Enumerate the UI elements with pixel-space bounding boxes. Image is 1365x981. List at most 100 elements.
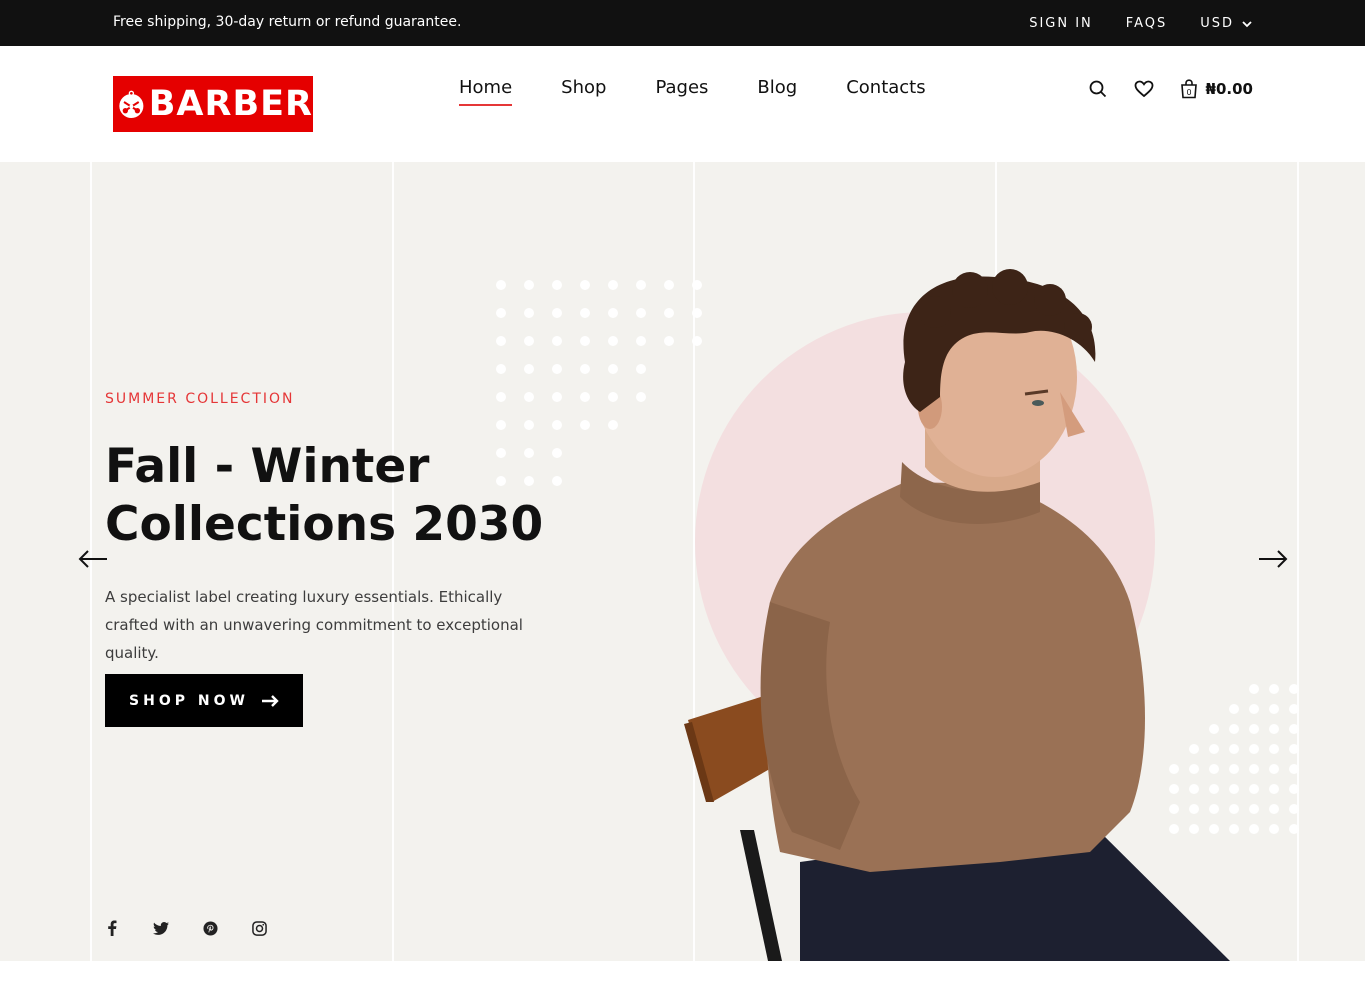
decorative-dot (524, 364, 534, 374)
decorative-dot (496, 336, 506, 346)
decorative-dot (1229, 784, 1239, 794)
decorative-dot (1269, 764, 1279, 774)
nav-contacts[interactable]: Contacts (846, 77, 925, 106)
decorative-dot (1169, 804, 1179, 814)
top-bar: Free shipping, 30-day return or refund g… (0, 0, 1365, 46)
decorative-dot (1269, 784, 1279, 794)
decorative-dot (580, 364, 590, 374)
decorative-dot (1269, 744, 1279, 754)
decorative-dot (1249, 724, 1259, 734)
nav-shop[interactable]: Shop (561, 77, 606, 106)
decorative-dot (1209, 724, 1219, 734)
decorative-dot (692, 336, 702, 346)
cart[interactable]: 0 ₦0.00 (1180, 79, 1253, 99)
slider-prev-arrow[interactable] (78, 547, 108, 571)
decorative-circle (695, 312, 1155, 772)
decorative-dot (1189, 744, 1199, 754)
sign-in-link[interactable]: SIGN IN (1029, 16, 1093, 31)
decorative-dot (1189, 764, 1199, 774)
decorative-dot (580, 420, 590, 430)
decorative-dot (580, 336, 590, 346)
cart-total: ₦0.00 (1205, 80, 1253, 98)
decorative-dot (1289, 824, 1299, 834)
headline-line-1: Fall - Winter (105, 439, 430, 494)
decorative-dot (1229, 804, 1239, 814)
decorative-dot (1209, 784, 1219, 794)
decorative-dot (496, 364, 506, 374)
search-icon[interactable] (1088, 79, 1108, 99)
decorative-dot (496, 392, 506, 402)
decorative-dot (1249, 704, 1259, 714)
decorative-dot (608, 280, 618, 290)
decorative-dot (580, 280, 590, 290)
shopping-bag-icon: 0 (1180, 79, 1197, 99)
decorative-dot (1249, 804, 1259, 814)
decorative-dot (636, 364, 646, 374)
decorative-dot (1229, 704, 1239, 714)
nav-home[interactable]: Home (459, 77, 513, 106)
decorative-dot (580, 392, 590, 402)
decorative-dot (1169, 764, 1179, 774)
decorative-dot (608, 336, 618, 346)
decorative-dot (552, 336, 562, 346)
decorative-dot (1209, 804, 1219, 814)
decorative-dot (1249, 824, 1259, 834)
decorative-dot (496, 420, 506, 430)
decorative-dot (1249, 764, 1259, 774)
decorative-dot (1269, 684, 1279, 694)
decorative-dot (636, 280, 646, 290)
decorative-dot (552, 308, 562, 318)
hero-slider: SUMMER COLLECTION Fall - Winter Collecti… (0, 162, 1365, 961)
faqs-link[interactable]: FAQS (1126, 16, 1167, 31)
hero-kicker: SUMMER COLLECTION (105, 391, 295, 407)
decorative-dot (1289, 804, 1299, 814)
decorative-dot (608, 364, 618, 374)
decorative-dot (1269, 804, 1279, 814)
hero-description: A specialist label creating luxury essen… (105, 588, 523, 662)
decorative-dot (552, 364, 562, 374)
instagram-icon[interactable] (250, 919, 268, 937)
nav-blog[interactable]: Blog (757, 77, 797, 106)
decorative-dot (1209, 744, 1219, 754)
heart-icon[interactable] (1134, 79, 1154, 99)
hero-model-image (684, 269, 1230, 961)
shop-now-button[interactable]: SHOP NOW (105, 674, 303, 727)
decorative-dot (1209, 764, 1219, 774)
decorative-dot (1249, 784, 1259, 794)
decorative-dot (1209, 824, 1219, 834)
logo-text: BARBER (148, 84, 313, 124)
decorative-dot (1229, 764, 1239, 774)
decorative-dot (1289, 764, 1299, 774)
decorative-dot (1189, 784, 1199, 794)
hero-headline: Fall - Winter Collections 2030 (105, 438, 625, 554)
decorative-dot (496, 280, 506, 290)
decorative-dot (1229, 744, 1239, 754)
promo-text: Free shipping, 30-day return or refund g… (113, 14, 462, 30)
currency-selector[interactable]: USD (1200, 16, 1252, 31)
decorative-dot (608, 420, 618, 430)
decorative-dot (1169, 784, 1179, 794)
decorative-dot (496, 308, 506, 318)
grid-line (1297, 162, 1299, 961)
decorative-dot (1289, 684, 1299, 694)
decorative-dot (692, 280, 702, 290)
decorative-dot (524, 420, 534, 430)
arrow-right-icon (1259, 550, 1288, 568)
twitter-icon[interactable] (152, 919, 170, 937)
facebook-icon[interactable] (103, 919, 121, 937)
pinterest-icon[interactable] (201, 919, 219, 937)
arrow-right-icon (261, 694, 279, 707)
decorative-dot (636, 308, 646, 318)
slider-next-arrow[interactable] (1258, 547, 1288, 571)
decorative-dot (580, 308, 590, 318)
headline-line-2: Collections 2030 (105, 497, 544, 552)
arrow-left-icon (78, 550, 107, 568)
decorative-dot (664, 280, 674, 290)
decorative-dot (664, 308, 674, 318)
nav-pages[interactable]: Pages (655, 77, 708, 106)
decorative-dot (692, 308, 702, 318)
header-actions: 0 ₦0.00 (1088, 79, 1253, 99)
logo[interactable]: BARBER (113, 76, 313, 132)
decorative-dot (552, 392, 562, 402)
decorative-dot (1289, 704, 1299, 714)
